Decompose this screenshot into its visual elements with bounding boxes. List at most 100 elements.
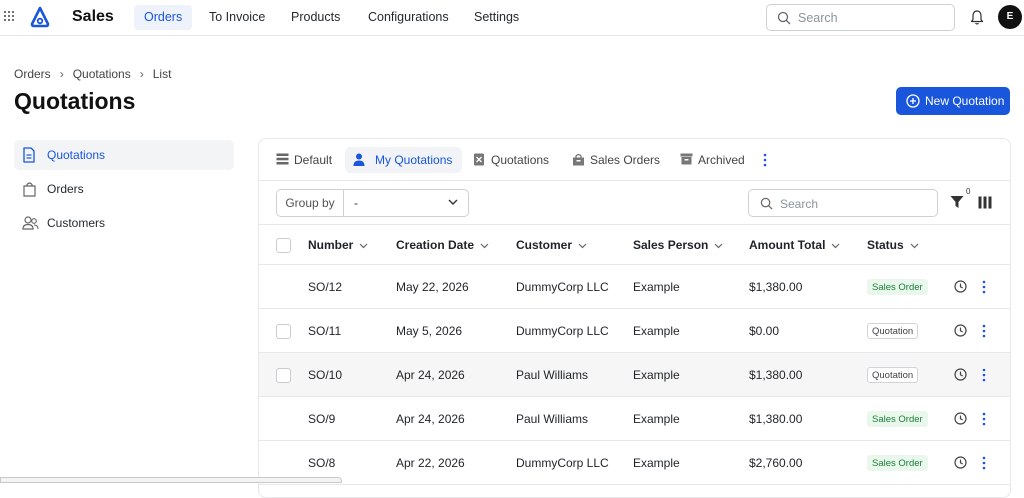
table-row[interactable]: SO/9 Apr 24, 2026 Paul Williams Example … (259, 397, 1010, 441)
clock-icon[interactable] (954, 324, 967, 337)
new-quotation-button[interactable]: New Quotation (896, 87, 1010, 115)
new-quotation-label: New Quotation (925, 94, 1005, 108)
select-all-checkbox[interactable] (276, 238, 291, 253)
more-vertical-icon[interactable] (981, 280, 987, 294)
clock-icon[interactable] (954, 280, 967, 293)
more-vertical-icon[interactable] (981, 324, 987, 338)
list-toolbar: Group by - Search 0 (259, 181, 1010, 225)
tab-label: Archived (698, 153, 745, 167)
more-vertical-icon[interactable] (981, 368, 987, 382)
status-badge: Quotation (867, 367, 919, 383)
cell-customer: DummyCorp LLC (516, 324, 609, 338)
apps-grid-icon[interactable] (4, 11, 16, 23)
cell-date: Apr 24, 2026 (396, 368, 465, 382)
clock-icon[interactable] (954, 456, 967, 469)
archive-icon (680, 153, 693, 165)
filter-icon[interactable] (950, 195, 964, 209)
tab-quotations[interactable]: Quotations (470, 147, 549, 173)
cell-customer: DummyCorp LLC (516, 456, 609, 470)
cell-salesperson: Example (633, 368, 680, 382)
cell-customer: Paul Williams (516, 412, 589, 426)
tab-default[interactable]: Default (273, 147, 332, 173)
cell-number[interactable]: SO/11 (308, 324, 341, 338)
nav-to-invoice[interactable]: To Invoice (199, 5, 275, 30)
bell-icon[interactable] (969, 9, 985, 26)
avatar[interactable]: E (998, 5, 1022, 29)
more-vertical-icon[interactable] (981, 412, 987, 426)
column-number[interactable]: Number (308, 238, 368, 252)
column-label: Sales Person (633, 238, 709, 252)
chevron-down-icon (578, 243, 587, 249)
table-header: Number Creation Date Customer Sales Pers… (259, 225, 1010, 265)
search-icon (760, 197, 773, 210)
app-logo-icon[interactable] (29, 6, 51, 28)
chevron-down-icon (910, 243, 919, 249)
nav-products[interactable]: Products (281, 5, 350, 30)
quotations-panel: Default My Quotations Quotations Sales O… (258, 138, 1011, 498)
cell-date: Apr 22, 2026 (396, 456, 465, 470)
column-label: Status (867, 238, 904, 252)
column-status[interactable]: Status (867, 238, 919, 252)
cell-date: May 5, 2026 (396, 324, 463, 338)
nav-orders[interactable]: Orders (134, 5, 193, 30)
plus-circle-icon (906, 94, 920, 108)
top-bar: Sales Orders To Invoice Products Configu… (0, 0, 1024, 36)
sidebar-item-customers[interactable]: Customers (14, 208, 234, 238)
cell-number[interactable]: SO/10 (308, 368, 342, 382)
shopping-bag-icon (23, 182, 36, 197)
cell-number[interactable]: SO/8 (308, 456, 335, 470)
tab-label: Default (294, 153, 333, 167)
group-by-value: - (354, 196, 358, 210)
more-vertical-icon[interactable] (762, 153, 768, 167)
cell-number[interactable]: SO/12 (308, 280, 342, 294)
chevron-down-icon (832, 243, 840, 249)
list-search-input[interactable]: Search (748, 189, 938, 217)
sidebar-item-orders[interactable]: Orders (14, 174, 234, 204)
search-icon (777, 11, 791, 25)
column-creation-date[interactable]: Creation Date (396, 238, 489, 252)
nav-configurations[interactable]: Configurations (358, 5, 459, 30)
breadcrumb-quotations[interactable]: Quotations (73, 67, 131, 81)
breadcrumb-list: List (152, 67, 172, 81)
sidebar-item-quotations[interactable]: Quotations (14, 140, 234, 170)
group-by-label: Group by (277, 190, 344, 216)
column-amount-total[interactable]: Amount Total (749, 238, 840, 252)
nav-settings[interactable]: Settings (464, 5, 529, 30)
clock-icon[interactable] (954, 412, 967, 425)
chevron-down-icon (448, 199, 458, 205)
status-badge: Sales Order (867, 455, 928, 471)
table-row[interactable]: SO/8 Apr 22, 2026 DummyCorp LLC Example … (259, 441, 1010, 485)
chevron-right-icon: › (59, 67, 64, 81)
cell-salesperson: Example (633, 280, 680, 294)
app-title[interactable]: Sales (72, 8, 114, 26)
column-sales-person[interactable]: Sales Person (633, 238, 723, 252)
tab-label: My Quotations (375, 153, 453, 167)
tab-label: Sales Orders (590, 153, 661, 167)
filter-count: 0 (966, 187, 971, 196)
row-checkbox[interactable] (276, 324, 291, 339)
view-tabs: Default My Quotations Quotations Sales O… (259, 139, 1010, 181)
cell-date: Apr 24, 2026 (396, 412, 465, 426)
breadcrumb-orders[interactable]: Orders (14, 67, 51, 81)
column-label: Amount Total (749, 238, 826, 252)
users-icon (22, 216, 39, 230)
tab-sales-orders[interactable]: Sales Orders (569, 147, 660, 173)
tab-my-quotations[interactable]: My Quotations (345, 147, 463, 173)
search-placeholder: Search (780, 197, 819, 211)
column-customer[interactable]: Customer (516, 238, 587, 252)
user-icon (353, 153, 365, 166)
row-checkbox[interactable] (276, 368, 291, 383)
cell-date: May 22, 2026 (396, 280, 469, 294)
clock-icon[interactable] (954, 368, 967, 381)
status-badge: Quotation (867, 323, 919, 339)
table-row[interactable]: SO/12 May 22, 2026 DummyCorp LLC Example… (259, 265, 1010, 309)
cell-number[interactable]: SO/9 (308, 412, 335, 426)
tab-archived[interactable]: Archived (677, 147, 745, 173)
more-vertical-icon[interactable] (981, 456, 987, 470)
global-search-input[interactable]: Search (766, 4, 955, 31)
cell-amount: $0.00 (749, 324, 780, 338)
group-by-select[interactable]: Group by - (276, 189, 469, 217)
table-row[interactable]: SO/10 Apr 24, 2026 Paul Williams Example… (259, 353, 1010, 397)
table-row[interactable]: SO/11 May 5, 2026 DummyCorp LLC Example … (259, 309, 1010, 353)
columns-icon[interactable] (978, 196, 992, 209)
